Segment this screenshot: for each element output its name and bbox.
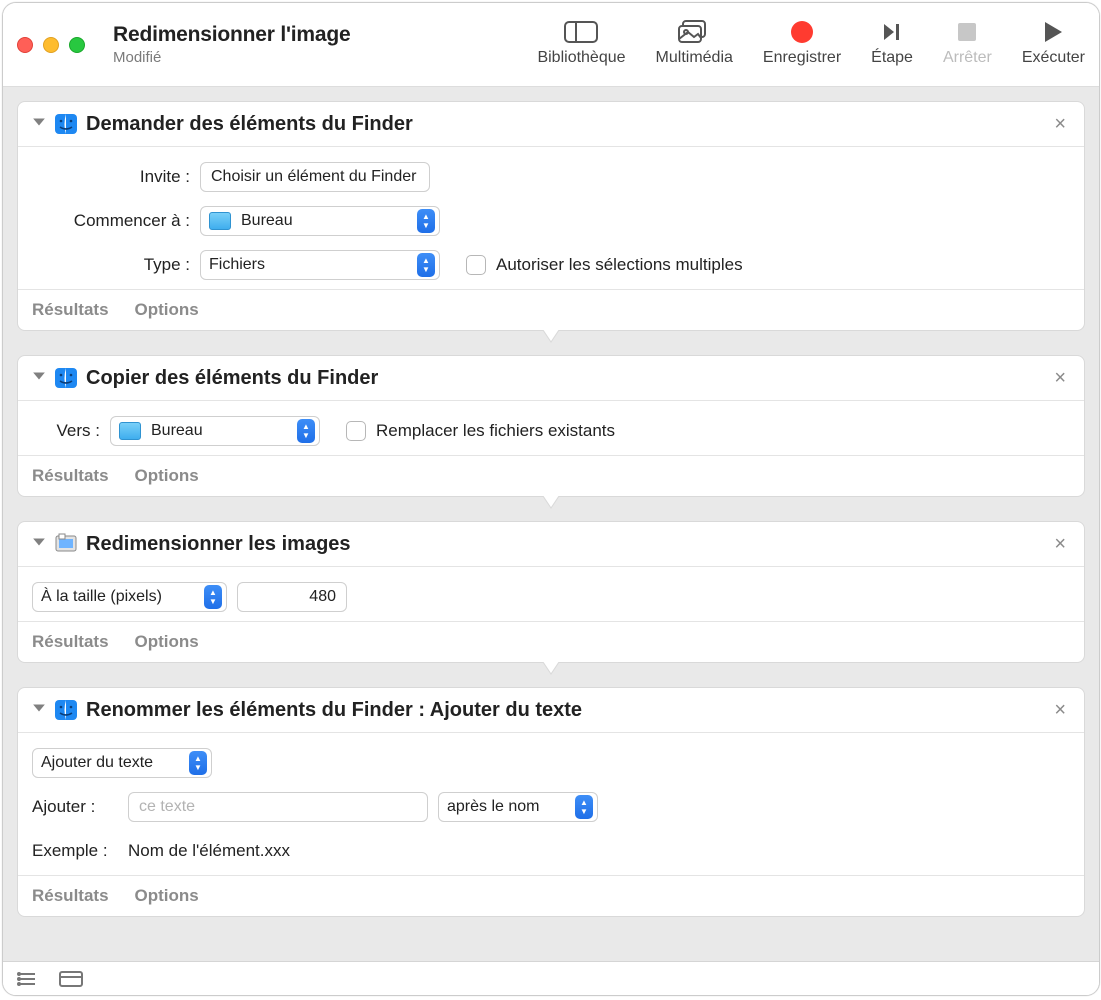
options-tab[interactable]: Options — [135, 886, 199, 906]
action-title: Redimensionner les images — [86, 533, 1042, 556]
position-popup[interactable]: après le nom — [438, 792, 598, 822]
action-resize-images: Redimensionner les images × À la taille … — [17, 521, 1085, 663]
popup-stepper-icon — [417, 253, 435, 277]
results-tab[interactable]: Résultats — [32, 632, 109, 652]
remove-action-button[interactable]: × — [1050, 533, 1070, 556]
popup-stepper-icon — [575, 795, 593, 819]
folder-icon — [119, 422, 141, 440]
flow-connector — [531, 662, 571, 678]
to-label: Vers : — [32, 421, 100, 441]
replace-existing-label: Remplacer les fichiers existants — [376, 421, 615, 441]
popup-stepper-icon — [204, 585, 222, 609]
play-icon — [1035, 19, 1071, 45]
add-label: Ajouter : — [32, 797, 110, 817]
window-close-button[interactable] — [17, 37, 33, 53]
record-icon — [784, 19, 820, 45]
workflow-area[interactable]: Demander des éléments du Finder × Invite… — [3, 87, 1099, 961]
toolbar-run-button[interactable]: Exécuter — [1022, 19, 1085, 67]
action-title: Renommer les éléments du Finder : Ajoute… — [86, 699, 1042, 722]
finder-icon — [54, 698, 78, 722]
popup-stepper-icon — [189, 751, 207, 775]
sidebar-icon — [563, 19, 599, 45]
size-pixels-field[interactable] — [237, 582, 347, 612]
window-titles: Redimensionner l'image Modifié — [113, 23, 351, 66]
disclosure-triangle[interactable] — [32, 114, 46, 134]
toolbar-media-button[interactable]: Multimédia — [656, 19, 733, 67]
flow-connector — [531, 496, 571, 512]
log-view-button[interactable] — [17, 971, 37, 987]
type-popup[interactable]: Fichiers — [200, 250, 440, 280]
options-tab[interactable]: Options — [135, 300, 199, 320]
window-zoom-button[interactable] — [69, 37, 85, 53]
options-tab[interactable]: Options — [135, 466, 199, 486]
example-label: Exemple : — [32, 841, 110, 861]
titlebar: Redimensionner l'image Modifié Bibliothè… — [3, 3, 1099, 87]
action-title: Demander des éléments du Finder — [86, 113, 1042, 136]
remove-action-button[interactable]: × — [1050, 113, 1070, 136]
replace-existing-checkbox[interactable] — [346, 421, 366, 441]
start-at-popup[interactable]: Bureau — [200, 206, 440, 236]
remove-action-button[interactable]: × — [1050, 699, 1070, 722]
toolbar-library-button[interactable]: Bibliothèque — [537, 19, 625, 67]
action-ask-finder-items: Demander des éléments du Finder × Invite… — [17, 101, 1085, 331]
action-copy-finder-items: Copier des éléments du Finder × Vers : B… — [17, 355, 1085, 497]
popup-stepper-icon — [417, 209, 435, 233]
start-at-label: Commencer à : — [32, 211, 190, 231]
results-tab[interactable]: Résultats — [32, 300, 109, 320]
destination-popup[interactable]: Bureau — [110, 416, 320, 446]
type-label: Type : — [32, 255, 190, 275]
step-icon — [874, 19, 910, 45]
toolbar-step-button[interactable]: Étape — [871, 19, 913, 67]
popup-stepper-icon — [297, 419, 315, 443]
flow-connector — [531, 330, 571, 346]
example-value: Nom de l'élément.xxx — [128, 841, 290, 861]
invite-field[interactable] — [200, 162, 430, 192]
window-controls — [17, 37, 85, 53]
preview-icon — [54, 532, 78, 556]
toolbar: Bibliothèque Multimédia Enregistrer — [537, 19, 1085, 71]
stop-icon — [949, 19, 985, 45]
add-text-field[interactable] — [128, 792, 428, 822]
options-tab[interactable]: Options — [135, 632, 199, 652]
disclosure-triangle[interactable] — [32, 700, 46, 720]
variable-view-button[interactable] — [59, 971, 83, 987]
rename-mode-popup[interactable]: Ajouter du texte — [32, 748, 212, 778]
folder-icon — [209, 212, 231, 230]
resize-mode-popup[interactable]: À la taille (pixels) — [32, 582, 227, 612]
disclosure-triangle[interactable] — [32, 534, 46, 554]
action-rename-finder-items: Renommer les éléments du Finder : Ajoute… — [17, 687, 1085, 917]
toolbar-record-button[interactable]: Enregistrer — [763, 19, 841, 67]
results-tab[interactable]: Résultats — [32, 466, 109, 486]
window-title: Redimensionner l'image — [113, 23, 351, 47]
photos-icon — [676, 19, 712, 45]
automator-window: Redimensionner l'image Modifié Bibliothè… — [2, 2, 1100, 996]
allow-multiple-checkbox[interactable] — [466, 255, 486, 275]
finder-icon — [54, 112, 78, 136]
results-tab[interactable]: Résultats — [32, 886, 109, 906]
remove-action-button[interactable]: × — [1050, 367, 1070, 390]
invite-label: Invite : — [32, 167, 190, 187]
finder-icon — [54, 366, 78, 390]
allow-multiple-label: Autoriser les sélections multiples — [496, 255, 743, 275]
disclosure-triangle[interactable] — [32, 368, 46, 388]
window-minimize-button[interactable] — [43, 37, 59, 53]
toolbar-stop-button: Arrêter — [943, 19, 992, 67]
action-title: Copier des éléments du Finder — [86, 367, 1042, 390]
status-bar — [3, 961, 1099, 995]
window-subtitle: Modifié — [113, 49, 351, 66]
